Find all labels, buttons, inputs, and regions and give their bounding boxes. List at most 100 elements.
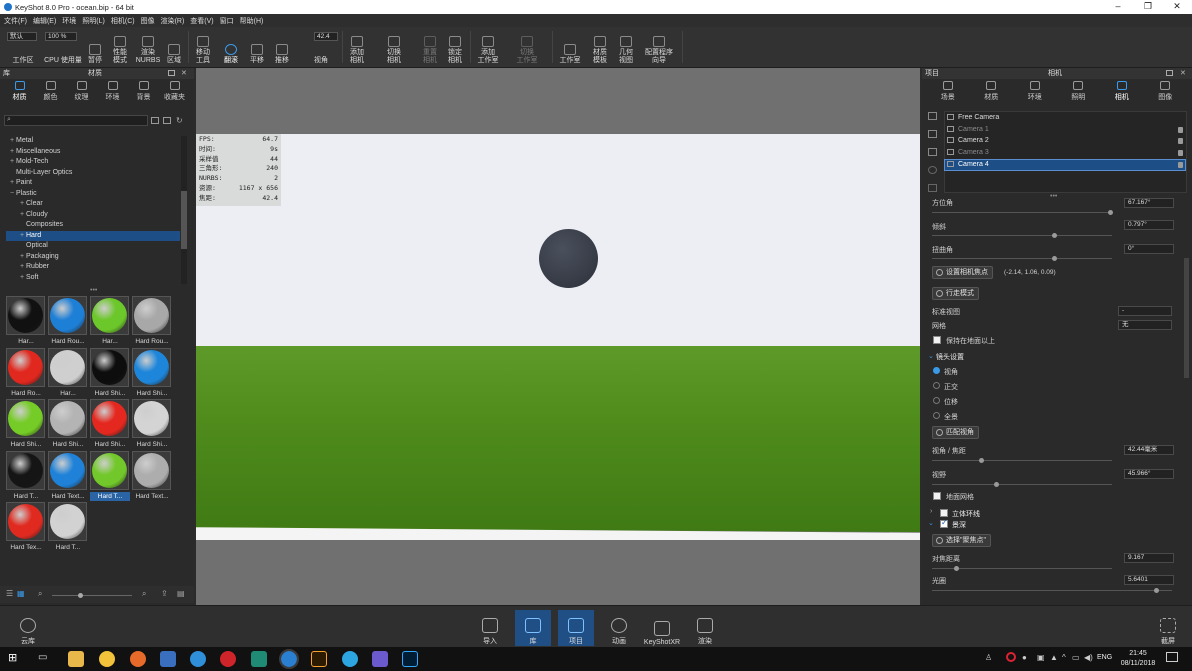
- geometry-view-button[interactable]: 几何 视图: [615, 29, 637, 65]
- minimize-button[interactable]: –: [1103, 0, 1133, 14]
- thumbnail-size-slider[interactable]: [52, 593, 132, 598]
- tree-scrollbar[interactable]: [181, 136, 187, 284]
- switch-camera-button[interactable]: 切换 相机: [382, 29, 406, 65]
- move-tool-button[interactable]: 移动 工具: [192, 29, 214, 65]
- screenshot-button[interactable]: 截屏: [1150, 610, 1186, 646]
- pause-button[interactable]: 暂停: [86, 29, 104, 65]
- close-panel-icon[interactable]: ✕: [181, 68, 187, 79]
- material-thumbnail[interactable]: Hard T...: [90, 450, 130, 503]
- material-thumbnail[interactable]: Hard Rou...: [48, 296, 88, 348]
- inclination-slider[interactable]: [932, 233, 1112, 238]
- render-viewport[interactable]: FPS: 64.7 时间: 9s 采样值 44 三角形: 240 NURBS: 2 资源: 1167 …: [196, 68, 920, 605]
- focal-length-slider[interactable]: [932, 458, 1112, 463]
- config-wizard-button[interactable]: 配置程序 向导: [641, 29, 677, 65]
- lens-perspective-radio[interactable]: [933, 367, 940, 374]
- app-icon[interactable]: [372, 651, 388, 667]
- region-button[interactable]: 区域: [164, 29, 184, 65]
- lock-camera-button[interactable]: 锁定 相机: [444, 29, 466, 65]
- telegram-icon[interactable]: [342, 651, 358, 667]
- camera-list-item[interactable]: Camera 2: [945, 136, 1185, 146]
- camera-list-item[interactable]: Camera 1: [945, 125, 1185, 135]
- material-thumbnail[interactable]: Har...: [90, 296, 130, 348]
- scene-sphere[interactable]: [539, 229, 598, 288]
- tree-item[interactable]: + Clear: [6, 199, 180, 209]
- add-camera-icon[interactable]: [928, 112, 937, 120]
- folder-add-icon[interactable]: [163, 117, 171, 124]
- tray-app-icon[interactable]: ▣: [1037, 653, 1045, 662]
- keyshotxr-button[interactable]: KeyShotXR: [641, 610, 683, 646]
- tab-backplates[interactable]: 背景: [128, 80, 159, 104]
- volume-icon[interactable]: ◀): [1084, 653, 1093, 662]
- performance-mode-button[interactable]: 性能 模式: [108, 29, 132, 65]
- pick-focus-point-button[interactable]: 选择"聚焦点": [932, 534, 991, 547]
- tree-item[interactable]: + Packaging: [6, 252, 180, 262]
- tray-app-icon[interactable]: ●: [1022, 653, 1027, 662]
- opera-icon[interactable]: [220, 651, 236, 667]
- lens-shift-radio[interactable]: [933, 397, 940, 404]
- tab-scene[interactable]: 场景: [926, 80, 970, 104]
- slider-knob[interactable]: [1154, 588, 1159, 593]
- firefox-icon[interactable]: [130, 651, 146, 667]
- material-thumbnail[interactable]: Hard Shi...: [90, 399, 130, 451]
- expand-toggle-icon[interactable]: +: [8, 178, 16, 188]
- inclination-field[interactable]: 0.797°: [1124, 220, 1174, 230]
- cloud-library-button[interactable]: 云库: [10, 610, 46, 646]
- float-panel-icon[interactable]: [1166, 70, 1173, 76]
- menu-environment[interactable]: 环境: [62, 16, 76, 26]
- tray-app-icon[interactable]: ▲: [1050, 653, 1058, 662]
- material-thumbnail[interactable]: Hard Shi...: [132, 347, 172, 400]
- material-thumbnail[interactable]: Har...: [6, 296, 46, 348]
- render-button[interactable]: 渲染: [687, 610, 723, 646]
- expand-toggle-icon[interactable]: +: [18, 199, 26, 209]
- menu-help[interactable]: 帮助(H): [240, 16, 264, 26]
- ground-grid-checkbox[interactable]: [933, 492, 941, 500]
- aperture-slider[interactable]: [932, 588, 1172, 593]
- clock[interactable]: 21:45 08/11/2018: [1120, 649, 1156, 669]
- tab-textures[interactable]: 纹理: [66, 80, 97, 104]
- maximize-button[interactable]: ❐: [1133, 0, 1163, 14]
- material-thumbnail[interactable]: Hard Ro...: [6, 347, 46, 400]
- slider-knob[interactable]: [1108, 210, 1113, 215]
- lens-orthographic-radio[interactable]: [933, 382, 940, 389]
- lock-icon[interactable]: [1178, 138, 1183, 145]
- language-indicator[interactable]: ENG: [1097, 654, 1112, 661]
- tab-image[interactable]: 图像: [1144, 80, 1188, 104]
- tab-environments[interactable]: 环境: [97, 80, 128, 104]
- expand-toggle-icon[interactable]: +: [18, 252, 26, 262]
- workspace-button[interactable]: 工作区: [8, 29, 38, 65]
- add-camera-button[interactable]: 添加 相机: [346, 29, 368, 65]
- animation-button[interactable]: 动画: [601, 610, 637, 646]
- properties-scrollbar[interactable]: [1184, 258, 1189, 378]
- focus-distance-field[interactable]: 9.167: [1124, 553, 1174, 563]
- material-thumbnail[interactable]: Hard Shi...: [6, 399, 46, 451]
- import-button[interactable]: 导入: [472, 610, 508, 646]
- menu-lighting[interactable]: 照明(L): [82, 16, 105, 26]
- menu-image[interactable]: 图像: [141, 16, 155, 26]
- chevron-down-icon[interactable]: ⌄: [928, 519, 934, 527]
- keep-above-ground-checkbox[interactable]: [933, 336, 941, 344]
- set-camera-focus-button[interactable]: 设置相机焦点: [932, 266, 993, 279]
- delete-camera-icon[interactable]: [928, 148, 937, 156]
- tree-scroll-thumb[interactable]: [181, 191, 187, 249]
- menu-render[interactable]: 渲染(R): [161, 16, 185, 26]
- material-thumbnail[interactable]: Hard Rou...: [132, 296, 172, 348]
- camera-list-item[interactable]: Camera 4: [944, 158, 1186, 171]
- focus-distance-slider[interactable]: [932, 566, 1112, 571]
- material-thumbnail[interactable]: Har...: [48, 347, 88, 400]
- slider-knob[interactable]: [1052, 256, 1057, 261]
- material-thumbnail[interactable]: Hard T...: [6, 450, 46, 503]
- tree-item[interactable]: + Rubber: [6, 262, 180, 272]
- tree-item[interactable]: Optical: [6, 241, 180, 251]
- menu-file[interactable]: 文件(F): [4, 16, 27, 26]
- list-view-icon[interactable]: ☰: [6, 589, 13, 598]
- perspective-button[interactable]: 视角: [306, 29, 336, 65]
- studio-button[interactable]: 工作室: [557, 29, 583, 65]
- menu-edit[interactable]: 编辑(E): [33, 16, 56, 26]
- lock-icon[interactable]: [1178, 150, 1183, 157]
- material-thumbnail[interactable]: Hard Shi...: [48, 399, 88, 451]
- material-template-button[interactable]: 材质 模板: [589, 29, 611, 65]
- expand-toggle-icon[interactable]: +: [18, 262, 26, 272]
- app-icon[interactable]: [160, 651, 176, 667]
- material-thumbnail[interactable]: Hard Shi...: [132, 399, 172, 451]
- chrome-icon[interactable]: [99, 651, 115, 667]
